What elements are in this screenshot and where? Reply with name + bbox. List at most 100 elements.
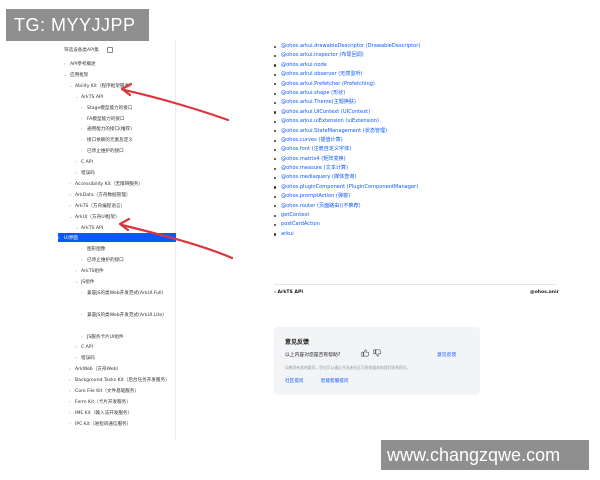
api-link[interactable]: @ohos.font (注册自定义字体) — [272, 145, 552, 154]
sidebar-item[interactable]: › 图形图像 — [81, 244, 193, 253]
sidebar-item-label: Stage模型能力的接口 — [87, 105, 133, 111]
thumbs-down-icon[interactable] — [373, 349, 382, 357]
feedback-link[interactable]: 意见反馈 — [437, 351, 456, 358]
sidebar-item[interactable] — [81, 299, 193, 308]
api-link[interactable]: @ohos.arkui.observer (无感监听) — [272, 70, 552, 79]
sidebar-item[interactable]: › 已停止维护的接口 — [81, 255, 193, 264]
sidebar-item-label: 已停止维护的接口 — [87, 258, 124, 264]
api-link[interactable]: @ohos.arkui.StateManagement (状态管理) — [272, 127, 552, 136]
sidebar-item-label: JS组件 — [81, 280, 95, 285]
api-link-list: @ohos.arkui.drawableDescriptor (Drawable… — [272, 42, 552, 239]
sidebar-item[interactable]: › Form Kit（卡片开发服务） — [69, 397, 181, 406]
api-link[interactable]: @ohos.arkui.node — [272, 61, 552, 70]
watermark-bottom: www.changzqwe.com — [381, 440, 589, 470]
sidebar-item[interactable]: › 已停止维护的接口 — [81, 146, 193, 155]
sidebar-item-label: ArkWeb（方舟Web） — [75, 367, 122, 373]
sidebar-item[interactable] — [81, 321, 193, 330]
api-link[interactable]: @ohos.arkui.shape (形状) — [272, 89, 552, 98]
sidebar-item-label: IPC Kit（进程间通信服务） — [75, 421, 132, 427]
sidebar-item-label: Ability Kit（程序框架服务） — [75, 83, 134, 89]
feedback-actions: 社区提问 智能客服提问 — [285, 378, 364, 384]
api-link[interactable]: getContext — [272, 211, 552, 220]
sidebar-item[interactable]: › Accessibility Kit（无障碍服务） — [69, 179, 181, 188]
api-link[interactable]: @ohos.arkui.inspector (布局回调) — [272, 51, 552, 60]
api-link[interactable]: postCardAction — [272, 220, 552, 229]
api-filter[interactable]: 筛选设备类API集 — [64, 47, 174, 55]
sidebar-item[interactable]: › 接口依赖的元素及定义 — [81, 135, 193, 144]
sidebar-item-label: 兼容JS的类Web开发范式(ArkUI.Lite) — [87, 312, 164, 318]
sidebar-item-label: ArkData（方舟数据管理） — [75, 192, 131, 198]
api-link[interactable]: arkui — [272, 230, 552, 239]
sidebar-item[interactable]: › UI界面 — [58, 233, 176, 243]
api-link[interactable]: @ohos.arkui.UIContext (UIContext) — [272, 108, 552, 117]
sidebar-item[interactable]: › C API — [75, 157, 187, 166]
api-link[interactable]: @ohos.pluginComponent (PluginComponentMa… — [272, 183, 552, 192]
sidebar-item-label: 通用能力的接口(推荐) — [87, 127, 132, 133]
sidebar-item[interactable]: ⌄ 应用框架 — [64, 70, 176, 79]
sidebar-item[interactable]: › IPC Kit（进程间通信服务） — [69, 419, 181, 428]
sidebar-item[interactable]: › Stage模型能力的接口 — [81, 103, 193, 112]
api-link[interactable]: @ohos.curves (插值计算) — [272, 136, 552, 145]
sidebar-item[interactable]: › 错误码 — [75, 353, 187, 362]
api-link[interactable]: @ohos.arkui.uiExtension (uiExtension) — [272, 117, 552, 126]
sidebar-nav: 筛选设备类API集 › API参考概述 ⌄ 应用框架 ⌄ Ability Kit（程序框架… — [58, 40, 176, 440]
community-question-link[interactable]: 社区提问 — [285, 379, 303, 384]
api-link[interactable]: @ohos.mediaquery (媒体查询) — [272, 173, 552, 182]
sidebar-item-label: ArkTS API — [81, 94, 104, 100]
content-divider — [274, 284, 556, 285]
api-link[interactable]: @ohos.arkui.Prefetcher (Prefetching) — [272, 80, 552, 89]
sidebar-item-label: Core File Kit（文件基础服务） — [75, 389, 140, 394]
sidebar-item-label: UI界面 — [64, 236, 78, 242]
sidebar-item-label: 已停止维护的接口 — [87, 149, 124, 155]
api-link[interactable]: @ohos.matrix4 (矩阵变换) — [272, 155, 552, 164]
sidebar-item-label: 图形图像 — [87, 247, 106, 253]
sidebar-item-label: 错误码 — [81, 171, 95, 176]
sidebar-item[interactable]: ⌄ ArkTS API — [75, 92, 187, 101]
thumbs-up-icon[interactable] — [361, 349, 370, 357]
sidebar-item-label: ArkTS API — [81, 225, 104, 231]
sidebar-item[interactable]: › 兼容JS的类Web开发范式(ArkUI.Lite) — [81, 310, 193, 319]
sidebar-item[interactable]: ⌄ ArkTS API — [75, 223, 187, 232]
sidebar-item-label: FA模型能力的接口 — [87, 116, 125, 122]
sidebar-item-label: 接口依赖的元素及定义 — [87, 138, 133, 144]
api-link[interactable]: @ohos.arkui.drawableDescriptor (Drawable… — [272, 42, 552, 51]
api-link[interactable]: @ohos.arkui.Theme(主题换肤) — [272, 98, 552, 107]
sidebar-item[interactable]: › IME Kit（输入法开发服务） — [69, 408, 181, 417]
feedback-question: 以上内容对您是否有帮助? — [285, 353, 341, 358]
sidebar-item[interactable]: › FA模型能力的接口 — [81, 114, 193, 123]
sidebar-item[interactable]: ⌄ JS组件 — [75, 277, 187, 286]
sidebar-item[interactable]: › JS服务卡片UI组件 — [81, 332, 193, 341]
sidebar-item[interactable]: › 通用能力的接口(推荐) — [81, 124, 193, 133]
sidebar-item[interactable]: › 兼容JS的类Web开发范式(ArkUI.Full) — [81, 288, 193, 297]
sidebar-item[interactable]: › ArkTS（方舟编程语言） — [69, 201, 181, 210]
sidebar-item-label: Form Kit（卡片开发服务） — [75, 399, 131, 405]
next-page-link[interactable]: @ohos.anir — [530, 290, 559, 295]
sidebar-item[interactable]: › C API — [75, 342, 187, 351]
smart-service-link[interactable]: 智能客服提问 — [321, 379, 349, 384]
sidebar-item-label: 错误码 — [81, 356, 95, 362]
api-filter-checkbox[interactable] — [107, 47, 113, 53]
feedback-note: 如果您有其他疑问，您也可以通过开发者社区问答频道来和我们联系探讨。 — [285, 365, 411, 370]
sidebar-item[interactable]: › Background Tasks Kit（后台任务开发服务） — [69, 375, 181, 384]
sidebar-item[interactable]: ⌄ Ability Kit（程序框架服务） — [69, 81, 181, 90]
sidebar-item-label: ArkTS组件 — [81, 269, 104, 275]
sidebar-item-label: API参考概述 — [70, 62, 96, 67]
sidebar-item[interactable]: › API参考概述 — [64, 59, 176, 68]
prev-page-link[interactable]: ‹ ArkTS API — [274, 290, 303, 295]
sidebar-item-label: JS服务卡片UI组件 — [87, 334, 124, 340]
sidebar-item[interactable]: › ArkTS组件 — [75, 266, 187, 275]
sidebar-item-label: IME Kit（输入法开发服务） — [75, 410, 133, 416]
feedback-title: 意见反馈 — [285, 339, 310, 346]
api-link[interactable]: @ohos.promptAction (弹窗) — [272, 192, 552, 201]
sidebar-item[interactable]: › 错误码 — [75, 168, 187, 177]
sidebar-item-label: 应用框架 — [70, 72, 89, 78]
sidebar-item-label: ArkTS（方舟编程语言） — [75, 203, 126, 209]
api-link[interactable]: @ohos.measure (文本计算) — [272, 164, 552, 173]
sidebar-item[interactable]: › Core File Kit（文件基础服务） — [69, 386, 181, 395]
sidebar-item-label: C API — [81, 160, 93, 166]
feedback-panel: 意见反馈 以上内容对您是否有帮助? 意见反馈 如果您有其他疑问，您也可以通过开发… — [274, 327, 480, 395]
sidebar-item[interactable]: › ArkData（方舟数据管理） — [69, 190, 181, 199]
sidebar-item[interactable]: ⌄ ArkUI（方舟UI框架） — [69, 212, 181, 221]
api-link[interactable]: @ohos.router (页面路由)(不推荐) — [272, 202, 552, 211]
sidebar-item[interactable]: › ArkWeb（方舟Web） — [69, 364, 181, 373]
